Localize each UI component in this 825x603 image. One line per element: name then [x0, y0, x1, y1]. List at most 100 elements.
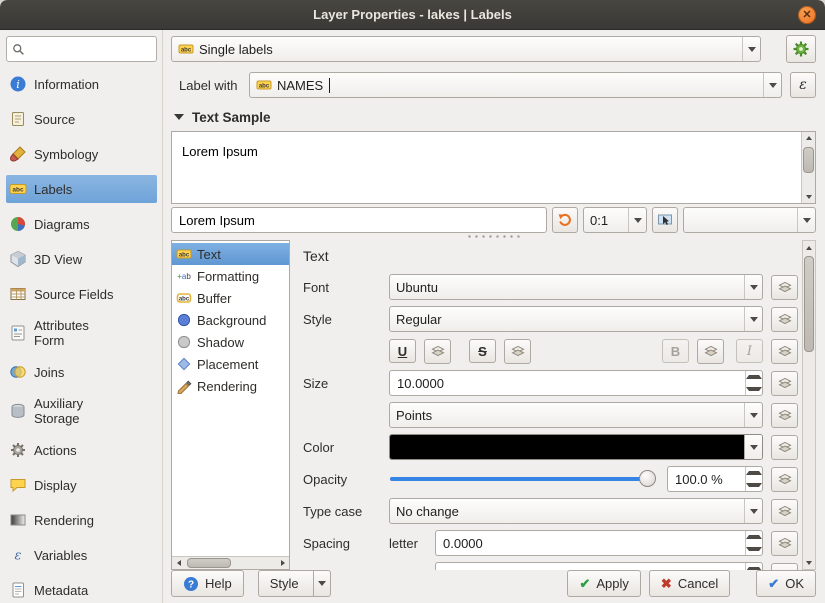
spacing-letter-label: letter — [389, 536, 435, 551]
scrollbar-thumb[interactable] — [187, 558, 231, 568]
sidebar-item-labels[interactable]: abc Labels — [6, 175, 157, 203]
word-spacing-spinbox[interactable] — [435, 562, 763, 570]
scroll-up-icon[interactable] — [803, 241, 815, 254]
tabs-horizontal-scrollbar[interactable] — [172, 556, 289, 569]
font-override-button[interactable] — [771, 275, 798, 300]
spin-down-icon[interactable] — [746, 479, 762, 491]
sidebar-item-source[interactable]: Source — [6, 105, 157, 133]
strikeout-override-button[interactable] — [504, 339, 531, 364]
font-color-button[interactable] — [389, 434, 763, 460]
scroll-down-icon[interactable] — [802, 190, 815, 203]
dialog-button-box: ? Help Style Apply Cancel — [171, 570, 816, 597]
opacity-override-button[interactable] — [771, 467, 798, 492]
style-override-button[interactable] — [771, 307, 798, 332]
spin-up-icon[interactable] — [746, 467, 762, 479]
spin-down-icon[interactable] — [746, 543, 762, 555]
sidebar-item-symbology[interactable]: Symbology — [6, 140, 157, 168]
sidebar-item-rendering[interactable]: Rendering — [6, 506, 157, 534]
sample-scale-combo[interactable]: 0:1 — [583, 207, 647, 233]
spin-up-icon[interactable] — [746, 531, 762, 543]
sample-scale-value: 0:1 — [590, 213, 608, 228]
clipped-next-row — [303, 562, 798, 570]
opacity-spinbox[interactable]: 100.0 % — [667, 466, 763, 492]
spin-up-icon[interactable] — [746, 371, 762, 383]
italic-override-button[interactable] — [771, 339, 798, 364]
tab-text[interactable]: abc Text — [172, 243, 289, 265]
label-mode-combo[interactable]: abc Single labels — [171, 36, 761, 62]
titlebar: Layer Properties - lakes | Labels — [0, 0, 825, 30]
opacity-slider[interactable] — [389, 466, 657, 492]
panel-vertical-scrollbar[interactable] — [802, 240, 816, 570]
cancel-button[interactable]: Cancel — [649, 570, 730, 597]
data-defined-override-icon — [777, 535, 793, 551]
scroll-left-icon[interactable] — [172, 557, 185, 569]
type-case-combo[interactable]: No change — [389, 498, 763, 524]
reset-sample-button[interactable] — [552, 207, 578, 233]
sidebar-item-joins[interactable]: Joins — [6, 358, 157, 386]
strikeout-button[interactable]: S — [469, 339, 496, 363]
help-button[interactable]: ? Help — [171, 570, 244, 597]
text-sample-section-header[interactable]: Text Sample — [171, 109, 816, 126]
text-caret — [329, 78, 330, 93]
formatting-tab-icon: +ab — [176, 268, 192, 284]
scroll-right-icon[interactable] — [276, 557, 289, 569]
sidebar-item-actions[interactable]: Actions — [6, 436, 157, 464]
italic-button[interactable]: I — [736, 339, 763, 363]
sidebar-item-display[interactable]: Display — [6, 471, 157, 499]
splitter-handle[interactable] — [466, 234, 522, 239]
tab-buffer[interactable]: abc Buffer — [172, 287, 289, 309]
chevron-down-icon — [744, 435, 762, 459]
attributes-form-icon — [9, 324, 27, 342]
sample-text-input[interactable] — [171, 207, 547, 233]
size-unit-override-button[interactable] — [771, 403, 798, 428]
sample-vertical-scrollbar[interactable] — [801, 132, 815, 203]
placement-engine-settings-button[interactable] — [786, 35, 816, 63]
rendering-icon — [9, 511, 27, 529]
style-combo[interactable]: Regular — [389, 306, 763, 332]
slider-handle[interactable] — [639, 470, 656, 487]
3d-view-icon — [9, 250, 27, 268]
set-scale-from-canvas-button[interactable] — [652, 207, 678, 233]
underline-override-button[interactable] — [424, 339, 451, 364]
sidebar-item-attributes-form[interactable]: Attributes Form — [6, 315, 157, 351]
close-icon[interactable] — [798, 6, 816, 24]
sidebar-item-source-fields[interactable]: Source Fields — [6, 280, 157, 308]
size-unit-combo[interactable]: Points — [389, 402, 763, 428]
search-input[interactable] — [30, 42, 151, 56]
sidebar-item-variables[interactable]: ε Variables — [6, 541, 157, 569]
tab-formatting[interactable]: +ab Formatting — [172, 265, 289, 287]
sample-background-color-combo[interactable] — [683, 207, 816, 233]
style-menu-button[interactable]: Style — [258, 570, 331, 597]
size-label: Size — [303, 376, 389, 391]
spin-down-icon[interactable] — [746, 383, 762, 395]
tab-placement[interactable]: Placement — [172, 353, 289, 375]
sidebar-item-diagrams[interactable]: Diagrams — [6, 210, 157, 238]
underline-button[interactable]: U — [389, 339, 416, 363]
size-override-button[interactable] — [771, 371, 798, 396]
scrollbar-thumb[interactable] — [804, 256, 814, 352]
bold-button[interactable]: B — [662, 339, 689, 363]
scroll-down-icon[interactable] — [803, 556, 815, 569]
label-with-field-combo[interactable]: abc NAMES — [249, 72, 782, 98]
word-spacing-override-button[interactable] — [771, 563, 798, 571]
letter-spacing-override-button[interactable] — [771, 531, 798, 556]
color-override-button[interactable] — [771, 435, 798, 460]
letter-spacing-spinbox[interactable]: 0.0000 — [435, 530, 763, 556]
tab-rendering[interactable]: Rendering — [172, 375, 289, 397]
scrollbar-thumb[interactable] — [803, 147, 814, 173]
tab-shadow[interactable]: Shadow — [172, 331, 289, 353]
tab-background[interactable]: Background — [172, 309, 289, 331]
scroll-up-icon[interactable] — [802, 132, 815, 145]
sidebar-item-3d-view[interactable]: 3D View — [6, 245, 157, 273]
expression-builder-button[interactable] — [790, 72, 816, 98]
sidebar-item-information[interactable]: i Information — [6, 70, 157, 98]
type-case-override-button[interactable] — [771, 499, 798, 524]
bold-override-button[interactable] — [697, 339, 724, 364]
text-sample-title: Text Sample — [192, 110, 271, 125]
apply-button[interactable]: Apply — [567, 570, 640, 597]
font-combo[interactable]: Ubuntu — [389, 274, 763, 300]
sidebar-item-auxiliary-storage[interactable]: Auxiliary Storage — [6, 393, 157, 429]
ok-button[interactable]: OK — [756, 570, 816, 597]
size-spinbox[interactable]: 10.0000 — [389, 370, 763, 396]
sidebar-item-metadata[interactable]: Metadata — [6, 576, 157, 603]
